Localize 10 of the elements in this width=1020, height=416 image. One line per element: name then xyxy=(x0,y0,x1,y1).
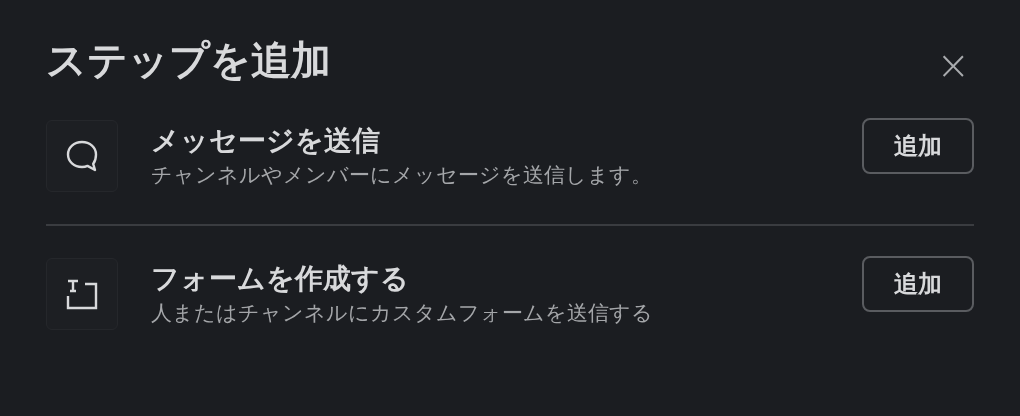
add-button[interactable]: 追加 xyxy=(862,118,974,174)
text-field-icon xyxy=(65,277,99,311)
step-title: メッセージを送信 xyxy=(151,123,381,159)
dialog-title: ステップを追加 xyxy=(46,36,331,85)
close-button[interactable]: × xyxy=(936,45,970,85)
add-button[interactable]: 追加 xyxy=(862,256,974,312)
step-description: チャンネルやメンバーにメッセージを送信します。 xyxy=(151,162,653,189)
speech-bubble-icon xyxy=(65,139,99,173)
step-title: フォームを作成する xyxy=(151,261,410,297)
step-description: 人またはチャンネルにカスタムフォームを送信する xyxy=(151,300,654,327)
